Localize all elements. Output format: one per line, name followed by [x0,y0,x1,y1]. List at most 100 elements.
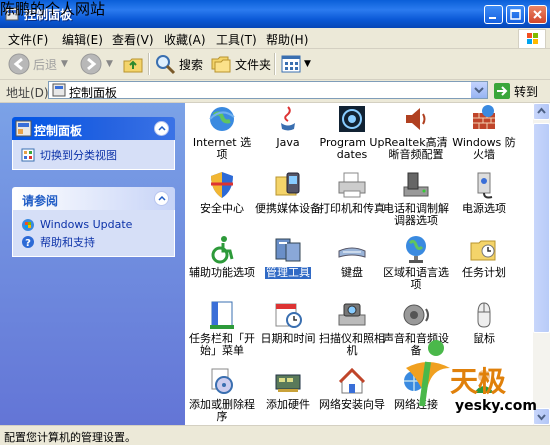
help-and-support-label: 帮助和支持 [40,235,95,249]
icon-scanners-cameras[interactable]: 扫描仪和照相机 [319,299,385,357]
icon-security-center[interactable]: 安全中心 [189,169,255,215]
address-bar: 地址(D) 控制面板 转到 [0,80,550,103]
watermark-site: yesky.com [455,398,537,414]
windows-update-link[interactable]: Windows Update [21,216,174,233]
icon-region-language[interactable]: 区域和语言选项 [383,233,449,291]
menu-favorites[interactable]: 收藏(A) [164,31,206,48]
maximize-icon [510,9,521,20]
search-icon [156,55,176,75]
control-panel-box: 控制面板 切换到分类视图 [12,117,175,170]
up-button[interactable] [122,52,144,76]
forward-dropdown-icon[interactable]: ▼ [106,59,113,69]
go-label: 转到 [514,84,539,99]
views-button[interactable]: ▼ [280,52,311,76]
icon-label: 电话和调制解调器选项 [383,202,449,227]
back-button[interactable]: 后退 ▼ [8,52,68,76]
windows-update-label: Windows Update [40,218,133,231]
back-dropdown-icon[interactable]: ▼ [61,59,68,69]
folders-button[interactable]: 文件夹 [210,52,271,76]
collapse-button[interactable] [154,191,169,206]
go-button[interactable]: 转到 [494,82,538,100]
see-also-box-body: Windows Update ? 帮助和支持 [12,210,175,257]
control-panel-window: 控制面板 陈鹏的个人网站 文件(F) 编辑(E) 查看(V) 收藏(A) 工具(… [0,0,550,445]
address-value: 控制面板 [69,86,118,100]
icon-printers-faxes[interactable]: 打印机和传真 [319,169,385,215]
icon-label: 日期和时间 [260,332,316,345]
icon-java[interactable]: Java [255,103,321,149]
icon-realtek-audio[interactable]: Realtek高清晰音频配置 [383,103,449,161]
chevron-up-icon [158,125,166,131]
scanner-icon [338,303,366,326]
control-panel-box-body: 切换到分类视图 [12,140,175,170]
forward-arrow-icon [80,53,102,75]
title-bar[interactable]: 控制面板 陈鹏的个人网站 [0,0,550,28]
region-globe-icon [406,236,426,263]
menu-file[interactable]: 文件(F) [8,31,48,48]
svg-text:?: ? [25,238,31,249]
toolbar-separator [148,53,150,75]
address-input[interactable]: 控制面板 [48,81,488,100]
icon-power-options[interactable]: 电源选项 [451,169,517,215]
windows-update-icon [22,218,34,231]
icon-keyboard[interactable]: 键盘 [319,233,385,279]
maximize-button[interactable] [506,5,525,24]
icon-program-updates[interactable]: Program Updates [319,103,385,161]
minimize-icon [489,17,496,19]
address-dropdown-button[interactable] [470,82,487,98]
scroll-up-button[interactable] [533,103,550,120]
taskbar-icon [210,301,234,329]
folders-icon [211,56,231,73]
icon-portable-media[interactable]: 便携媒体设备 [255,169,321,215]
help-icon: ? [22,235,34,249]
search-button[interactable]: 搜索 [154,52,203,76]
icon-accessibility[interactable]: 辅助功能选项 [189,233,255,279]
icon-date-time[interactable]: 日期和时间 [255,299,321,345]
minimize-button[interactable] [484,5,503,24]
see-also-box-title: 请参阅 [22,194,59,208]
see-also-box-header[interactable]: 请参阅 [12,187,175,210]
folders-label: 文件夹 [235,57,272,72]
scroll-thumb[interactable] [533,123,550,333]
icon-add-remove-programs[interactable]: 添加或删除程序 [189,365,255,423]
icon-label: 便携媒体设备 [255,202,321,215]
chevron-down-icon [474,87,484,94]
menu-help[interactable]: 帮助(H) [266,31,308,48]
close-button[interactable] [528,5,547,24]
help-and-support-link[interactable]: ? 帮助和支持 [21,233,174,250]
switch-to-category-view-link[interactable]: 切换到分类视图 [21,146,174,163]
menu-edit[interactable]: 编辑(E) [62,31,103,48]
icon-taskbar-start-menu[interactable]: 任务栏和「开始」菜单 [189,299,255,357]
control-panel-box-header[interactable]: 控制面板 [12,117,175,140]
shield-icon [211,172,233,198]
control-panel-small-icon [52,83,66,97]
status-bar: 配置您计算机的管理设置。 [0,425,550,445]
back-arrow-icon [8,53,30,75]
add-hardware-icon [275,374,301,392]
icon-label: 任务计划 [462,266,506,279]
accessibility-icon [211,236,234,264]
java-icon [281,106,295,131]
scheduled-tasks-icon [470,240,496,261]
printer-icon [338,172,366,198]
icon-admin-tools[interactable]: 管理工具 [255,233,321,279]
go-arrow-icon [494,83,510,99]
power-icon [477,172,493,199]
views-dropdown-icon[interactable]: ▼ [304,59,311,69]
icon-phone-modem[interactable]: 电话和调制解调器选项 [383,169,449,227]
icon-windows-firewall[interactable]: Windows 防火墙 [451,103,517,161]
control-panel-box-title: 控制面板 [34,124,83,138]
icon-label: 辅助功能选项 [189,266,255,279]
menu-view[interactable]: 查看(V) [112,31,154,48]
menu-tools[interactable]: 工具(T) [216,31,257,48]
icon-internet-options[interactable]: Internet 选项 [189,103,255,161]
chevron-up-icon [158,195,166,201]
add-remove-icon [211,368,233,394]
views-grid-icon [281,55,301,73]
collapse-button[interactable] [154,121,169,136]
forward-button[interactable]: ▼ [80,52,113,76]
icon-scheduled-tasks[interactable]: 任务计划 [451,233,517,279]
icon-label: Java [276,136,300,149]
icon-network-setup[interactable]: 网络安装向导 [319,365,385,411]
icon-add-hardware[interactable]: 添加硬件 [255,365,321,411]
toolbar-separator [274,53,276,75]
